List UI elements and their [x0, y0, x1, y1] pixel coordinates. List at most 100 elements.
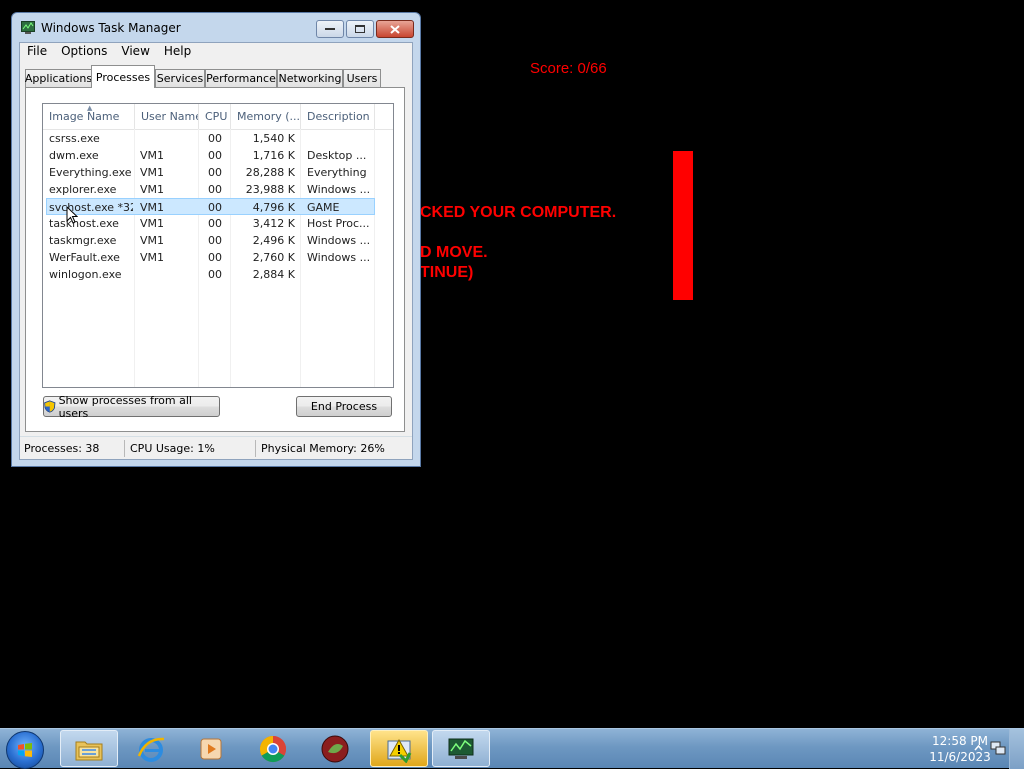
- title-bar[interactable]: Windows Task Manager: [12, 13, 420, 43]
- game-message-line-1: CKED YOUR COMPUTER.: [420, 204, 617, 221]
- cell-user-name: VM1: [140, 234, 165, 247]
- window-title: Windows Task Manager: [41, 21, 181, 35]
- status-bar: Processes: 38 CPU Usage: 1% Physical Mem…: [20, 436, 412, 459]
- menu-view[interactable]: View: [114, 43, 156, 61]
- status-processes: Processes: 38: [20, 440, 125, 457]
- cell-description: Desktop ...: [307, 149, 367, 162]
- cell-user-name: VM1: [140, 251, 165, 264]
- menu-help[interactable]: Help: [157, 43, 198, 61]
- taskbar-task-manager[interactable]: [432, 730, 490, 767]
- cell-description: Host Proc...: [307, 217, 370, 230]
- status-cpu-usage: CPU Usage: 1%: [125, 440, 256, 457]
- taskbar-internet-explorer[interactable]: [122, 730, 180, 767]
- task-manager-icon: [21, 21, 35, 34]
- game-score: Score: 0/66: [530, 60, 607, 77]
- cell-memory: 2,884 K: [252, 268, 295, 281]
- column-image-name[interactable]: ▲ Image Name: [43, 104, 135, 129]
- media-player-icon: [200, 738, 222, 759]
- cell-memory: 3,412 K: [252, 217, 295, 230]
- cell-description: Windows ...: [307, 251, 371, 264]
- cell-memory: 1,540 K: [252, 132, 295, 145]
- minimize-icon: [325, 28, 335, 30]
- table-row[interactable]: svchost.exe *32 VM1 00 4,796 K GAME: [46, 198, 375, 215]
- mouse-cursor-icon: [66, 206, 78, 224]
- show-all-processes-button[interactable]: Show processes from all users: [43, 393, 220, 420]
- table-row[interactable]: WerFault.exe VM1 00 2,760 K Windows ...: [43, 249, 375, 266]
- tab-performance[interactable]: Performance: [205, 69, 277, 87]
- maximize-icon: [355, 25, 365, 33]
- cell-description: Windows ...: [307, 234, 371, 247]
- end-process-button[interactable]: End Process: [296, 396, 392, 417]
- taskbar-media-player[interactable]: [182, 730, 240, 767]
- system-clock[interactable]: 12:58 PM 11/6/2023: [925, 733, 995, 765]
- cell-image-name: explorer.exe: [49, 183, 117, 196]
- cell-memory: 4,796 K: [252, 201, 295, 214]
- close-button[interactable]: [376, 20, 414, 38]
- cell-cpu: 00: [208, 149, 222, 162]
- cell-description: [307, 130, 373, 147]
- cell-image-name: taskmgr.exe: [49, 234, 117, 247]
- internet-explorer-icon: [137, 737, 165, 762]
- status-physical-memory: Physical Memory: 26%: [261, 442, 385, 455]
- cell-memory: 28,288 K: [245, 166, 295, 179]
- cell-user-name: [140, 266, 196, 283]
- tab-processes[interactable]: Processes: [91, 65, 155, 88]
- maximize-button[interactable]: [346, 20, 374, 38]
- cell-memory: 23,988 K: [245, 183, 295, 196]
- cell-image-name: csrss.exe: [49, 132, 100, 145]
- menu-options[interactable]: Options: [54, 43, 114, 61]
- table-row[interactable]: csrss.exe 00 1,540 K: [43, 130, 375, 147]
- cell-cpu: 00: [208, 166, 222, 179]
- cell-cpu: 00: [208, 183, 222, 196]
- column-memory[interactable]: Memory (...: [231, 104, 301, 129]
- warning-app-icon: [387, 738, 412, 763]
- show-all-processes-label: Show processes from all users: [58, 393, 192, 420]
- tab-users[interactable]: Users: [343, 69, 381, 87]
- table-row[interactable]: winlogon.exe 00 2,884 K: [43, 266, 375, 283]
- column-cpu[interactable]: CPU: [199, 104, 231, 129]
- cell-cpu: 00: [208, 251, 222, 264]
- process-list[interactable]: ▲ Image Name User Name CPU Memory (... D…: [42, 103, 394, 388]
- cell-user-name: VM1: [140, 217, 165, 230]
- table-row[interactable]: dwm.exe VM1 00 1,716 K Desktop ...: [43, 147, 375, 164]
- tab-applications[interactable]: Applications: [25, 69, 92, 87]
- clock-time: 12:58 PM: [932, 734, 988, 748]
- cell-memory: 2,496 K: [252, 234, 295, 247]
- taskbar-chrome[interactable]: [244, 730, 302, 767]
- task-manager-window: Windows Task Manager File Options View H…: [11, 12, 421, 467]
- close-icon: [390, 24, 400, 34]
- cell-user-name: VM1: [140, 183, 165, 196]
- taskbar-game-app[interactable]: [306, 730, 364, 767]
- minimize-button[interactable]: [316, 20, 344, 38]
- table-row[interactable]: Everything.exe VM1 00 28,288 K Everything: [43, 164, 375, 181]
- column-user-name[interactable]: User Name: [135, 104, 199, 129]
- taskbar-warning-app[interactable]: [370, 730, 428, 767]
- taskbar-windows-explorer[interactable]: [60, 730, 118, 767]
- cell-image-name: Everything.exe: [49, 166, 132, 179]
- tab-networking[interactable]: Networking: [277, 69, 343, 87]
- menu-file[interactable]: File: [20, 43, 54, 61]
- menu-bar: File Options View Help: [20, 43, 412, 61]
- cell-description: Windows ...: [307, 183, 371, 196]
- game-message-line-3: TINUE): [420, 264, 474, 281]
- cell-user-name: [140, 130, 196, 147]
- cell-image-name: WerFault.exe: [49, 251, 120, 264]
- cell-description: GAME: [307, 201, 340, 214]
- processes-panel: ▲ Image Name User Name CPU Memory (... D…: [25, 87, 405, 432]
- table-row[interactable]: explorer.exe VM1 00 23,988 K Windows ...: [43, 181, 375, 198]
- uac-shield-icon: [44, 400, 56, 413]
- start-button[interactable]: [6, 731, 44, 769]
- show-desktop-button[interactable]: [1009, 729, 1024, 769]
- sort-ascending-icon: ▲: [87, 104, 93, 112]
- cell-user-name: VM1: [140, 166, 165, 179]
- table-row[interactable]: taskhost.exe VM1 00 3,412 K Host Proc...: [43, 215, 375, 232]
- window-client: File Options View Help Applications Proc…: [19, 42, 413, 460]
- column-image-name-label: Image Name: [49, 110, 120, 123]
- windows-logo-icon: [18, 743, 32, 757]
- tab-services[interactable]: Services: [155, 69, 205, 87]
- table-row[interactable]: taskmgr.exe VM1 00 2,496 K Windows ...: [43, 232, 375, 249]
- column-description[interactable]: Description: [301, 104, 375, 129]
- cell-cpu: 00: [208, 201, 222, 214]
- cell-description: Everything: [307, 166, 367, 179]
- cell-image-name: svchost.exe *32: [49, 201, 133, 214]
